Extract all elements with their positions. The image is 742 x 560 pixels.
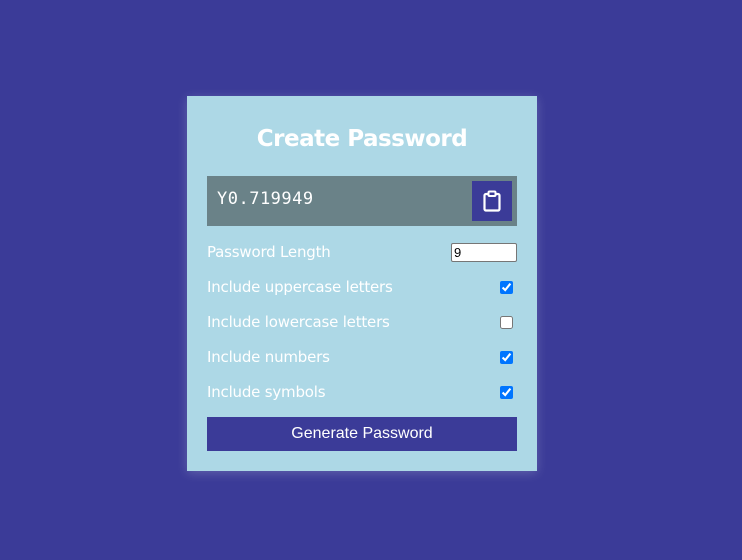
symbols-checkbox[interactable] xyxy=(500,385,513,399)
page-title: Create Password xyxy=(256,126,468,152)
password-length-input[interactable] xyxy=(451,242,517,262)
generate-password-button[interactable]: Generate Password xyxy=(207,417,517,451)
generated-password: Y0.719949 xyxy=(217,189,314,209)
uppercase-checkbox[interactable] xyxy=(500,280,513,294)
setting-password-length: Password Length xyxy=(207,241,517,263)
setting-lowercase: Include lowercase letters xyxy=(207,311,517,333)
clipboard-icon xyxy=(483,190,501,212)
setting-numbers: Include numbers xyxy=(207,346,517,368)
lowercase-label: Include lowercase letters xyxy=(207,313,390,331)
numbers-checkbox[interactable] xyxy=(500,350,513,364)
symbols-label: Include symbols xyxy=(207,383,326,401)
setting-uppercase: Include uppercase letters xyxy=(207,276,517,298)
uppercase-label: Include uppercase letters xyxy=(207,278,393,296)
password-length-label: Password Length xyxy=(207,243,331,261)
copy-to-clipboard-button[interactable] xyxy=(472,181,512,221)
numbers-label: Include numbers xyxy=(207,348,330,366)
setting-symbols: Include symbols xyxy=(207,381,517,403)
lowercase-checkbox[interactable] xyxy=(500,315,513,329)
password-result-box: Y0.719949 xyxy=(207,176,517,226)
password-generator-card: Create Password Y0.719949 Password Lengt… xyxy=(187,96,537,471)
